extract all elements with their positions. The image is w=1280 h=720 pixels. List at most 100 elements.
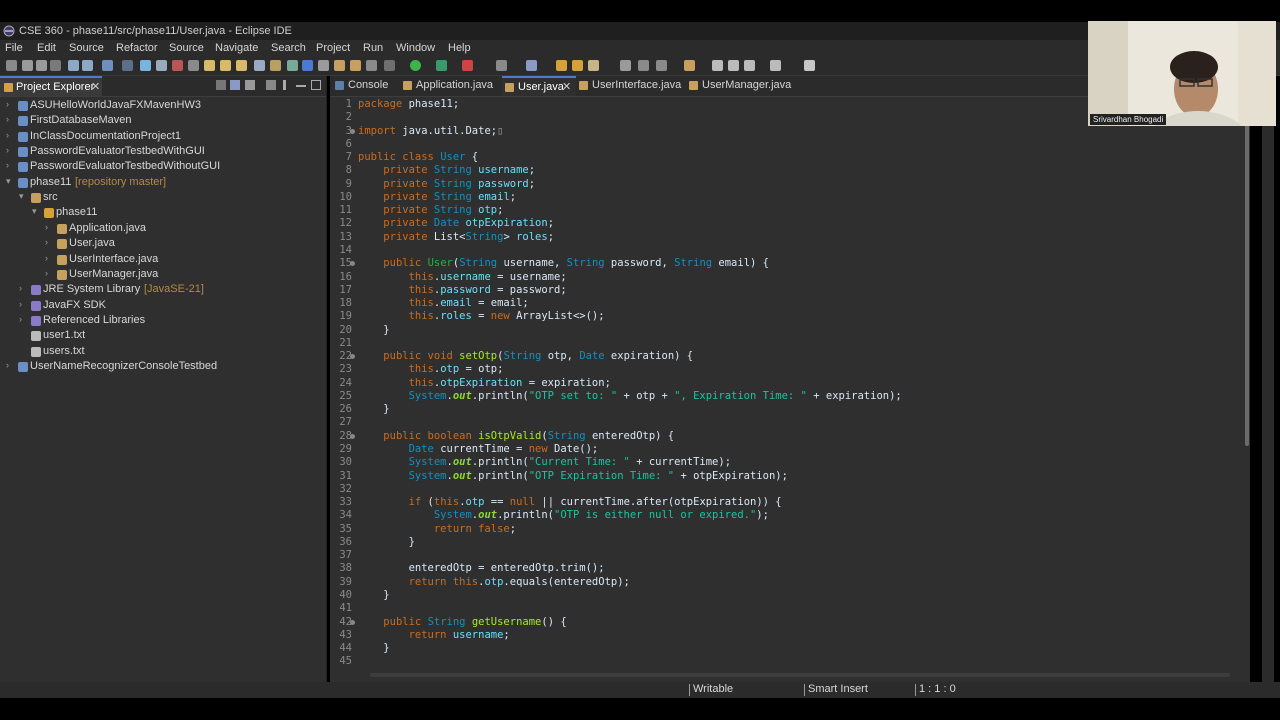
editor-horizontal-scrollbar[interactable] (356, 670, 1240, 680)
fold-icon[interactable] (350, 261, 355, 267)
search-icon[interactable] (588, 60, 599, 71)
chevron-right-icon[interactable]: › (19, 314, 22, 324)
maximize-view-icon[interactable] (804, 60, 815, 71)
forward-icon[interactable] (728, 60, 739, 71)
terminal-icon[interactable] (102, 60, 113, 71)
tree-item[interactable]: › JRE System Library [JavaSE-21] (0, 282, 320, 297)
menu-project[interactable]: Project (316, 42, 350, 54)
code-line[interactable]: private List<String> roles; (358, 231, 554, 243)
save-icon[interactable] (22, 60, 33, 71)
fold-icon[interactable] (350, 128, 355, 134)
code-line[interactable]: return username; (358, 629, 510, 641)
code-line[interactable]: } (358, 589, 389, 601)
back-icon[interactable] (712, 60, 723, 71)
tab-user-java[interactable]: User.java ✕ (502, 76, 576, 96)
fold-icon[interactable] (350, 433, 355, 439)
navigate-forward-icon[interactable] (770, 60, 781, 71)
scrollbar-thumb[interactable] (1245, 116, 1249, 446)
menu-source[interactable]: Source (69, 42, 104, 54)
tree-item[interactable]: ▾ phase11 (0, 205, 320, 220)
code-line[interactable]: this.password = password; (358, 284, 567, 296)
chevron-right-icon[interactable]: › (45, 222, 48, 232)
menu-help[interactable]: Help (448, 42, 471, 54)
tree-item[interactable]: › PasswordEvaluatorTestbedWithoutGUI (0, 159, 320, 174)
filter-icon[interactable] (245, 80, 255, 90)
code-line[interactable]: private String password; (358, 178, 535, 190)
chevron-right-icon[interactable]: › (19, 283, 22, 293)
fold-icon[interactable] (350, 354, 355, 360)
use-step-filters-icon[interactable] (254, 60, 265, 71)
menu-edit[interactable]: Edit (37, 42, 56, 54)
tree-item[interactable]: › JavaFX SDK (0, 298, 320, 313)
open-task-icon[interactable] (572, 60, 583, 71)
tree-item[interactable]: › ASUHelloWorldJavaFXMavenHW3 (0, 98, 320, 113)
tree-item[interactable]: users.txt (0, 344, 320, 359)
menu-source-2[interactable]: Source (169, 42, 204, 54)
code-line[interactable]: if (this.otp == null || currentTime.afte… (358, 496, 782, 508)
chevron-right-icon[interactable]: › (45, 268, 48, 278)
status-insert-mode[interactable]: Smart Insert (808, 683, 868, 695)
close-icon[interactable]: ✕ (91, 80, 100, 93)
suspend-icon[interactable] (156, 60, 167, 71)
undo-icon[interactable] (68, 60, 79, 71)
code-line[interactable]: public boolean isOtpValid(String entered… (358, 430, 674, 442)
chevron-right-icon[interactable]: › (6, 99, 9, 109)
tree-item[interactable]: user1.txt (0, 328, 320, 343)
disconnect-icon[interactable] (188, 60, 199, 71)
coverage-icon[interactable] (436, 60, 447, 71)
menu-search[interactable]: Search (271, 42, 306, 54)
minimize-icon[interactable] (296, 85, 306, 87)
menu-run[interactable]: Run (363, 42, 383, 54)
new-class-icon[interactable] (526, 60, 537, 71)
chevron-right-icon[interactable]: › (6, 160, 9, 170)
tree-item[interactable]: › UserNameRecognizerConsoleTestbed (0, 359, 320, 374)
chevron-right-icon[interactable]: › (6, 360, 9, 370)
print-icon[interactable] (50, 60, 61, 71)
code-line[interactable]: this.email = email; (358, 297, 529, 309)
chevron-right-icon[interactable]: › (6, 130, 9, 140)
chevron-right-icon[interactable]: › (45, 253, 48, 263)
annotation-icon[interactable] (620, 60, 631, 71)
code-line[interactable]: private Date otpExpiration; (358, 217, 554, 229)
chevron-down-icon[interactable]: ▾ (6, 176, 11, 187)
view-menu-icon[interactable] (283, 80, 286, 90)
external-tools-icon[interactable] (462, 60, 473, 71)
show-whitespace-icon[interactable] (334, 60, 345, 71)
code-line[interactable]: } (358, 642, 389, 654)
scrollbar-thumb[interactable] (370, 673, 1230, 677)
tab-project-explorer[interactable]: Project Explorer ✕ (0, 76, 102, 96)
resume-icon[interactable] (140, 60, 151, 71)
tree-item[interactable]: ▾ phase11 [repository master] (0, 175, 320, 190)
tree-item[interactable]: › Referenced Libraries (0, 313, 320, 328)
code-line[interactable]: this.otp = otp; (358, 363, 504, 375)
open-type-icon[interactable] (270, 60, 281, 71)
tree-item[interactable]: › UserManager.java (0, 267, 320, 282)
debug-dropdown-icon[interactable] (384, 60, 395, 71)
code-line[interactable]: enteredOtp = enteredOtp.trim(); (358, 562, 605, 574)
toggle-mark-icon[interactable] (287, 60, 298, 71)
tab-usermanager-java[interactable]: UserManager.java (686, 76, 796, 96)
skip-breakpoints-icon[interactable] (122, 60, 133, 71)
step-into-icon[interactable] (204, 60, 215, 71)
chevron-right-icon[interactable]: › (6, 114, 9, 124)
code-line[interactable]: public User(String username, String pass… (358, 257, 769, 269)
code-line[interactable]: public class User { (358, 151, 478, 163)
code-line[interactable]: } (358, 403, 389, 415)
code-line[interactable]: System.out.println("Current Time: " + cu… (358, 456, 731, 468)
code-line[interactable]: private String otp; (358, 204, 503, 216)
step-over-icon[interactable] (220, 60, 231, 71)
chevron-right-icon[interactable]: › (45, 237, 48, 247)
chevron-right-icon[interactable]: › (19, 299, 22, 309)
code-line[interactable]: Date currentTime = new Date(); (358, 443, 599, 455)
code-line[interactable]: public void setOtp(String otp, Date expi… (358, 350, 693, 362)
collapse-all-icon[interactable] (216, 80, 226, 90)
code-line[interactable]: System.out.println("OTP set to: " + otp … (358, 390, 902, 402)
terminate-icon[interactable] (172, 60, 183, 71)
tree-item[interactable]: › FirstDatabaseMaven (0, 113, 320, 128)
toggle-highlight-icon[interactable] (302, 60, 313, 71)
pin-icon[interactable] (366, 60, 377, 71)
menu-navigate[interactable]: Navigate (215, 42, 258, 54)
tree-item[interactable]: › User.java (0, 236, 320, 251)
code-line[interactable]: this.otpExpiration = expiration; (358, 377, 611, 389)
last-edit-icon[interactable] (684, 60, 695, 71)
